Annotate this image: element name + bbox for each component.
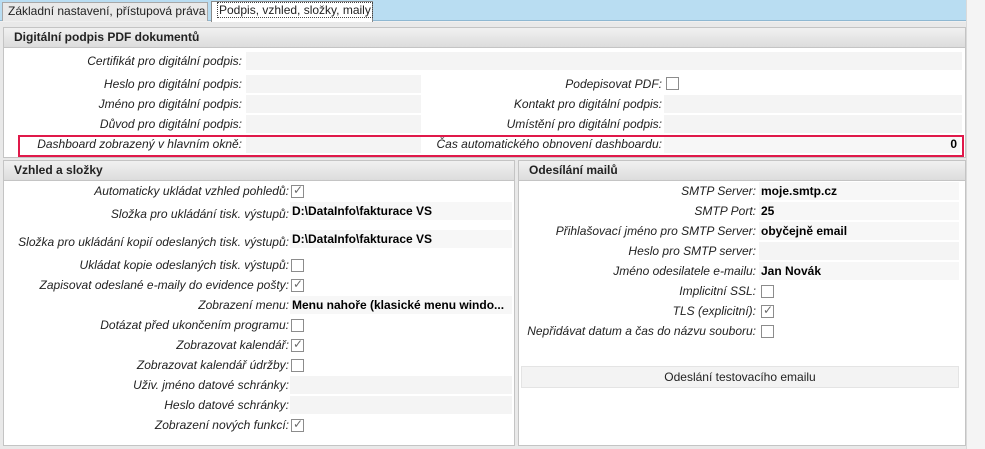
smtp-login-label: Přihlašovací jméno pro SMTP Server: xyxy=(555,224,756,238)
smtp-pass-label: Heslo pro SMTP server: xyxy=(628,244,756,258)
print-folder-field[interactable]: D:\DataInfo\fakturace VS xyxy=(290,202,512,220)
no-date-checkbox[interactable] xyxy=(761,325,774,338)
vertical-scrollbar[interactable] xyxy=(966,0,985,449)
menu-select[interactable]: Menu nahoře (klasické menu windo... xyxy=(290,296,512,314)
send-test-email-button[interactable]: Odeslání testovacího emailu xyxy=(521,366,959,388)
smtp-server-field[interactable]: moje.smtp.cz xyxy=(759,182,959,200)
menu-label: Zobrazení menu: xyxy=(198,298,289,312)
smtp-server-label: SMTP Server: xyxy=(681,184,756,198)
smtp-port-label: SMTP Port: xyxy=(694,204,756,218)
maint-calendar-label: Zobrazovat kalendář údržby: xyxy=(136,358,289,372)
tls-checkbox[interactable] xyxy=(761,303,774,318)
ssl-checkbox[interactable] xyxy=(761,285,774,298)
auto-save-checkbox[interactable] xyxy=(291,183,304,198)
dashboard-row-highlight xyxy=(18,135,964,157)
databox-pass-label: Heslo datové schránky: xyxy=(164,398,289,412)
tab-signature-appearance[interactable]: Podpis, vzhled, složky, maily xyxy=(211,1,373,22)
new-features-checkbox[interactable] xyxy=(291,417,304,432)
copy-folder-field[interactable]: D:\DataInfo\fakturace VS xyxy=(290,230,512,248)
smtp-port-field[interactable]: 25 xyxy=(759,202,959,220)
contact-field[interactable] xyxy=(664,95,962,113)
mail-sending-header: Odesílání mailů xyxy=(519,161,965,181)
tab-basic-settings[interactable]: Základní nastavení, přístupová práva xyxy=(2,2,208,21)
print-folder-label: Složka pro ukládání tisk. výstupů: xyxy=(110,207,289,221)
certificate-label: Certifikát pro digitální podpis: xyxy=(87,54,242,68)
databox-pass-field[interactable] xyxy=(290,396,512,414)
password-label: Heslo pro digitální podpis: xyxy=(103,77,242,91)
tab-signature-appearance-label: Podpis, vzhled, složky, maily xyxy=(217,2,373,18)
save-copies-label: Ukládat kopie odeslaných tisk. výstupů: xyxy=(79,258,289,272)
sign-pdf-checkbox[interactable] xyxy=(666,77,679,90)
settings-pane: Digitální podpis PDF dokumentů Certifiká… xyxy=(0,22,966,449)
log-emails-label: Zapisovat odeslané e-maily do evidence p… xyxy=(39,278,289,292)
smtp-pass-field[interactable] xyxy=(759,242,959,260)
maint-calendar-checkbox[interactable] xyxy=(291,359,304,372)
location-field[interactable] xyxy=(664,115,962,133)
name-field[interactable] xyxy=(246,95,421,113)
name-label: Jméno pro digitální podpis: xyxy=(98,97,242,111)
new-features-label: Zobrazení nových funkcí: xyxy=(154,418,289,432)
ask-exit-label: Dotázat před ukončením programu: xyxy=(100,318,289,332)
no-date-label: Nepřidávat datum a čas do názvu souboru: xyxy=(527,324,756,338)
tab-bar: Základní nastavení, přístupová práva Pod… xyxy=(0,0,966,22)
ssl-label: Implicitní SSL: xyxy=(679,284,756,298)
mail-sending-group: Odesílání mailů SMTP Server: moje.smtp.c… xyxy=(518,160,966,446)
appearance-folders-header: Vzhled a složky xyxy=(4,161,514,181)
sender-field[interactable]: Jan Novák xyxy=(759,262,959,280)
databox-user-field[interactable] xyxy=(290,376,512,394)
save-copies-checkbox[interactable] xyxy=(291,259,304,272)
sender-label: Jméno odesilatele e-mailu: xyxy=(613,264,756,278)
copy-folder-label: Složka pro ukládání kopií odeslaných tis… xyxy=(18,235,289,249)
ask-exit-checkbox[interactable] xyxy=(291,319,304,332)
appearance-folders-group: Vzhled a složky Automaticky ukládat vzhl… xyxy=(3,160,515,446)
smtp-login-field[interactable]: obyčejně email xyxy=(759,222,959,240)
tls-label: TLS (explicitní): xyxy=(672,304,756,318)
sign-pdf-label: Podepisovat PDF: xyxy=(565,77,662,91)
digital-signature-header: Digitální podpis PDF dokumentů xyxy=(4,28,965,48)
contact-label: Kontakt pro digitální podpis: xyxy=(513,97,662,111)
password-field[interactable] xyxy=(246,75,421,93)
databox-user-label: Uživ. jméno datové schránky: xyxy=(133,378,289,392)
location-label: Umístění pro digitální podpis: xyxy=(506,117,662,131)
reason-field[interactable] xyxy=(246,115,421,133)
calendar-label: Zobrazovat kalendář: xyxy=(176,338,289,352)
reason-label: Důvod pro digitální podpis: xyxy=(99,117,242,131)
calendar-checkbox[interactable] xyxy=(291,337,304,352)
auto-save-label: Automaticky ukládat vzhled pohledů: xyxy=(94,184,289,198)
certificate-field[interactable] xyxy=(246,52,962,70)
log-emails-checkbox[interactable] xyxy=(291,277,304,292)
